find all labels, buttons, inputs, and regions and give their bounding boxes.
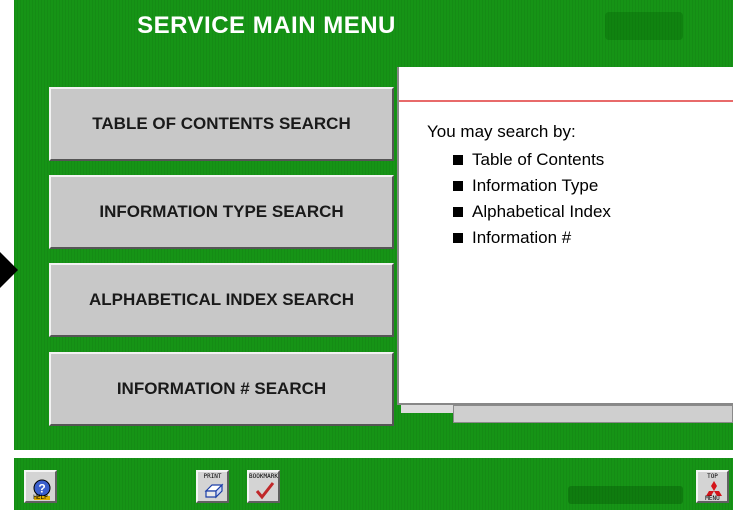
top-menu-label: TOP [707, 473, 718, 480]
panel-edge [401, 405, 453, 413]
list-item-label: Table of Contents [472, 150, 605, 169]
list-item-label: Information # [472, 228, 572, 247]
top-menu-button[interactable]: TOP MENU [696, 470, 729, 503]
list-item: Information Type [453, 173, 611, 199]
header-artifact [605, 12, 683, 40]
information-type-search-button[interactable]: INFORMATION TYPE SEARCH [49, 175, 394, 249]
panel-scroll-edge [453, 405, 733, 423]
table-of-contents-search-button[interactable]: TABLE OF CONTENTS SEARCH [49, 87, 394, 161]
page-title: SERVICE MAIN MENU [137, 12, 396, 39]
information-number-search-button[interactable]: INFORMATION # SEARCH [49, 352, 394, 426]
info-intro: You may search by: [427, 122, 576, 141]
list-item: Information # [453, 225, 611, 251]
print-button[interactable]: PRINT [196, 470, 229, 503]
alphabetical-index-search-button[interactable]: ALPHABETICAL INDEX SEARCH [49, 263, 394, 337]
help-button[interactable]: ? HELP [24, 470, 57, 503]
square-bullet-icon [453, 181, 463, 191]
list-item-label: Alphabetical Index [472, 202, 611, 221]
info-panel: You may search by: Table of Contents Inf… [397, 67, 733, 405]
arrow-right-icon [0, 252, 18, 288]
top-menu-label-2: MENU [705, 495, 720, 502]
square-bullet-icon [453, 155, 463, 165]
toolbar-artifact [568, 486, 683, 504]
list-item-label: Information Type [472, 176, 599, 195]
list-item: Alphabetical Index [453, 199, 611, 225]
bookmark-button[interactable]: BOOKMARK [247, 470, 280, 503]
panel-divider [399, 100, 733, 102]
square-bullet-icon [453, 233, 463, 243]
checkmark-icon [255, 482, 275, 500]
square-bullet-icon [453, 207, 463, 217]
printer-icon [204, 483, 224, 499]
info-list: Table of Contents Information Type Alpha… [453, 147, 611, 251]
list-item: Table of Contents [453, 147, 611, 173]
help-label: HELP [33, 494, 48, 501]
